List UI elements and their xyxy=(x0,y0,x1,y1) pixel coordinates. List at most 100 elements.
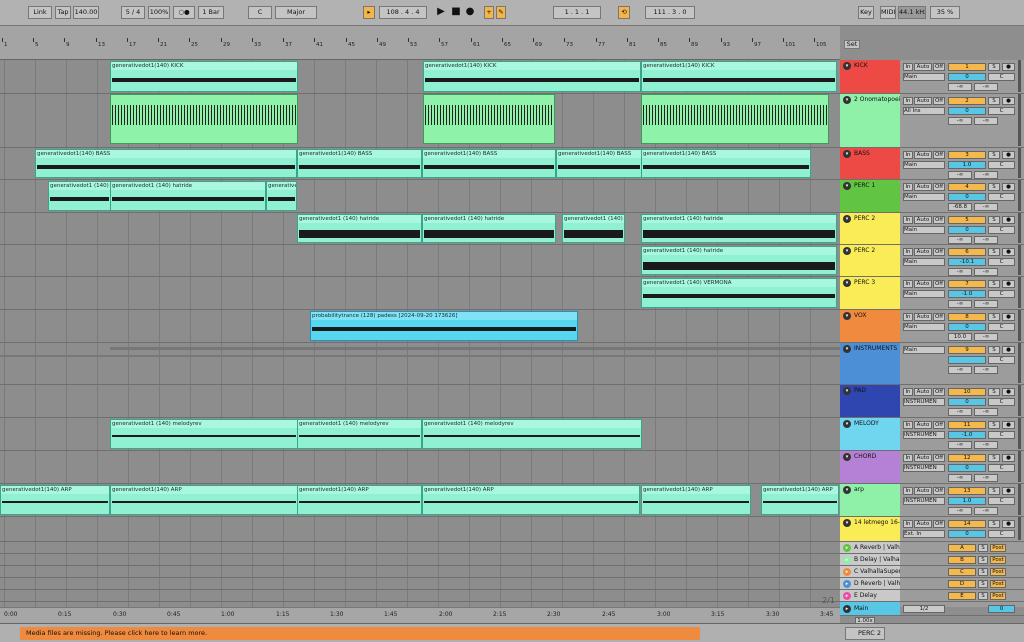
track-number[interactable]: 6 xyxy=(948,248,986,256)
send-b-field[interactable]: -∞ xyxy=(974,441,998,449)
return-header[interactable]: ▸ C ValhallaSuper C S Post xyxy=(840,566,1024,578)
track-header[interactable]: ▾ VOX In Auto Off Main 8 0 S C ● 10.0 -∞ xyxy=(840,310,1024,343)
output-select[interactable]: All Ins xyxy=(903,107,945,115)
send-a-field[interactable]: -68.8 xyxy=(948,203,972,211)
solo-button[interactable]: S xyxy=(978,580,988,588)
fold-icon[interactable]: ▾ xyxy=(843,215,851,223)
output-select[interactable]: Main xyxy=(903,193,945,201)
midi-clip[interactable] xyxy=(641,94,829,144)
audio-clip[interactable]: generativedot1 (140) melodyrev xyxy=(110,419,298,449)
master-output[interactable]: 1/2 xyxy=(903,605,945,613)
solo-button[interactable]: S xyxy=(988,421,1000,429)
return-header[interactable]: ▸ D Reverb | Valh D S Post xyxy=(840,578,1024,590)
play-icon[interactable]: ▶ xyxy=(436,6,446,19)
post-button[interactable]: Post xyxy=(990,580,1006,588)
track-lane[interactable]: generativedot1 (140) generativedot1 (140)… xyxy=(0,180,840,213)
send-b-field[interactable]: -∞ xyxy=(974,236,998,244)
audio-clip[interactable]: generativedot1(140) BASS xyxy=(35,149,297,178)
audio-clip[interactable]: generativedot1(140) KICK xyxy=(110,61,298,92)
follow-button[interactable]: ▸ xyxy=(363,6,375,19)
auto-button[interactable]: Auto xyxy=(914,63,932,71)
return-letter[interactable]: C xyxy=(948,568,976,576)
arm-button[interactable]: ● xyxy=(1002,216,1015,224)
send-b-field[interactable]: -∞ xyxy=(974,171,998,179)
overdub-button[interactable]: + xyxy=(484,6,494,19)
volume-field[interactable]: 0 xyxy=(948,107,986,115)
auto-button[interactable]: Auto xyxy=(914,388,932,396)
auto-button[interactable]: Auto xyxy=(914,520,932,528)
send-b-field[interactable]: -∞ xyxy=(974,408,998,416)
arm-button[interactable]: ● xyxy=(1002,454,1015,462)
pan-knob[interactable]: C xyxy=(988,107,1015,115)
audio-clip[interactable]: generativedot1 (140) hatride xyxy=(297,214,422,243)
audio-clip[interactable]: generativedot1 (140) hatride xyxy=(641,214,837,243)
output-select[interactable]: Main xyxy=(903,226,945,234)
arm-button[interactable]: ● xyxy=(1002,63,1015,71)
send-a-field[interactable]: -∞ xyxy=(948,507,972,515)
scale-select[interactable]: Major xyxy=(275,6,317,19)
output-select[interactable]: Main xyxy=(903,73,945,81)
track-lane[interactable] xyxy=(0,343,840,385)
send-b-field[interactable]: -∞ xyxy=(974,366,998,374)
arm-button[interactable]: ● xyxy=(1002,421,1015,429)
fold-icon[interactable]: ▾ xyxy=(843,312,851,320)
solo-button[interactable]: S xyxy=(988,216,1000,224)
pan-knob[interactable]: C xyxy=(988,226,1015,234)
audio-clip[interactable]: generativedot1(140) KICK xyxy=(423,61,641,92)
post-button[interactable]: Post xyxy=(990,568,1006,576)
track-header[interactable]: ▾ 2 Onomatopoei In Auto Off All Ins 2 0 S C ● -∞ -∞ xyxy=(840,94,1024,148)
input-button[interactable]: In xyxy=(903,183,913,191)
auto-button[interactable]: Auto xyxy=(914,280,932,288)
post-button[interactable]: Post xyxy=(990,592,1006,600)
send-a-field[interactable]: -∞ xyxy=(948,474,972,482)
arm-button[interactable]: ● xyxy=(1002,313,1015,321)
pan-knob[interactable]: C xyxy=(988,398,1015,406)
link-button[interactable]: Link xyxy=(28,6,52,19)
post-button[interactable]: Post xyxy=(990,556,1006,564)
track-lane[interactable] xyxy=(0,94,840,148)
track-header[interactable]: ▾ KICK In Auto Off Main 1 0 S C ● -∞ -∞ xyxy=(840,60,1024,94)
track-header[interactable]: ▾ MELODY In Auto Off INSTRUMEN 11 -1.0 S C ● -∞ -∞ xyxy=(840,418,1024,451)
auto-button[interactable]: Auto xyxy=(914,248,932,256)
input-button[interactable]: In xyxy=(903,487,913,495)
output-select[interactable]: Main xyxy=(903,323,945,331)
send-b-field[interactable]: -∞ xyxy=(974,117,998,125)
fold-icon[interactable]: ▾ xyxy=(843,247,851,255)
audio-clip[interactable]: generativedot1 (140) xyxy=(48,181,111,211)
pan-knob[interactable]: C xyxy=(988,530,1015,538)
record-icon[interactable]: ● xyxy=(465,6,475,19)
off-button[interactable]: Off xyxy=(933,520,945,528)
return-lane[interactable] xyxy=(0,578,840,590)
track-number[interactable]: 5 xyxy=(948,216,986,224)
auto-button[interactable]: Auto xyxy=(914,151,932,159)
pan-knob[interactable]: C xyxy=(988,73,1015,81)
solo-button[interactable]: S xyxy=(978,556,988,564)
master-volume[interactable]: 0 xyxy=(988,605,1015,613)
output-select[interactable]: Main xyxy=(903,290,945,298)
output-select[interactable]: INSTRUMEN xyxy=(903,398,945,406)
send-a-field[interactable]: -∞ xyxy=(948,366,972,374)
fold-icon[interactable]: ▾ xyxy=(843,453,851,461)
input-button[interactable]: In xyxy=(903,97,913,105)
send-b-field[interactable]: -∞ xyxy=(974,507,998,515)
track-lane[interactable] xyxy=(0,517,840,542)
audio-clip[interactable]: generativedot1(140) BASS xyxy=(297,149,422,178)
arm-button[interactable]: ● xyxy=(1002,151,1015,159)
audio-clip[interactable]: generativedot1(140) ARP xyxy=(110,485,298,515)
volume-field[interactable]: 0 xyxy=(948,226,986,234)
pan-knob[interactable]: C xyxy=(988,161,1015,169)
fold-icon[interactable]: ▾ xyxy=(843,150,851,158)
fold-icon[interactable]: ▾ xyxy=(843,486,851,494)
off-button[interactable]: Off xyxy=(933,151,945,159)
fold-icon[interactable]: ▾ xyxy=(843,420,851,428)
solo-button[interactable]: S xyxy=(988,151,1000,159)
track-number[interactable]: 13 xyxy=(948,487,986,495)
audio-clip[interactable]: generativedot1(140) BASS xyxy=(422,149,556,178)
track-number[interactable]: 9 xyxy=(948,346,986,354)
track-header[interactable]: ▾ CHORD In Auto Off INSTRUMEN 12 0 S C ● -∞ -∞ xyxy=(840,451,1024,484)
track-number[interactable]: 1 xyxy=(948,63,986,71)
audio-clip[interactable]: generative xyxy=(266,181,297,211)
fold-icon[interactable]: ▾ xyxy=(843,182,851,190)
input-button[interactable]: In xyxy=(903,151,913,159)
return-letter[interactable]: A xyxy=(948,544,976,552)
